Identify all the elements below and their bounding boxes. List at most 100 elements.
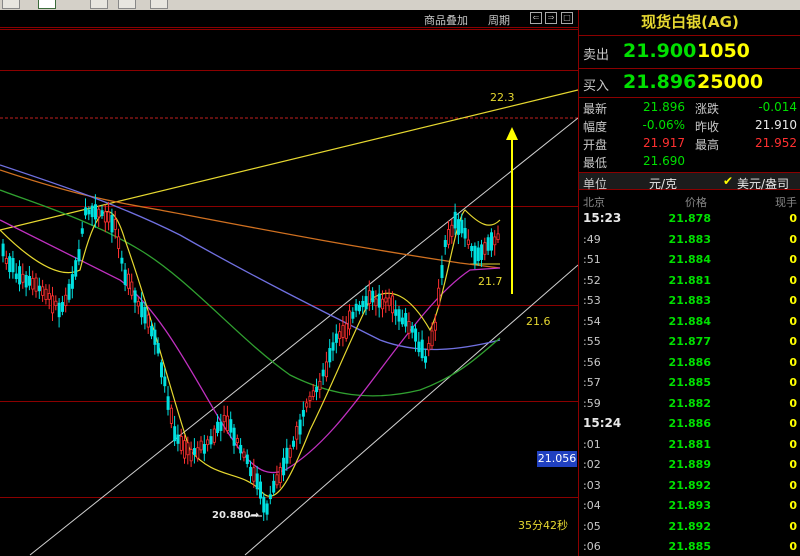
candle-body [394, 309, 398, 316]
toolbar-button[interactable] [90, 0, 108, 9]
candle-body [84, 207, 88, 216]
candle-body [278, 467, 282, 484]
trade-volume: 0 [789, 437, 797, 451]
candle-body [473, 245, 477, 264]
candle-body [390, 295, 394, 314]
trade-volume: 0 [789, 376, 797, 389]
candle-body [44, 288, 48, 300]
candle-body [357, 304, 361, 312]
trade-time: :53 [583, 294, 601, 307]
candle-body [384, 297, 388, 303]
sell-row[interactable]: 卖出 21.900 1050 [579, 38, 800, 66]
trade-row: :57 21.885 0 [579, 372, 800, 393]
candle-body [107, 211, 111, 223]
candle-body [127, 273, 131, 289]
candle-body [70, 274, 74, 289]
chart-header: 商品叠加 周期 ⇐ ⇒ □ [0, 10, 578, 28]
trade-price: 21.883 [668, 232, 711, 246]
low-marker-label: 20.880→ [212, 510, 259, 521]
trade-volume: 0 [789, 519, 797, 533]
candle-body [440, 265, 444, 278]
candle-body [331, 342, 335, 351]
candle-body [486, 237, 490, 251]
trade-row: :56 21.886 0 [579, 352, 800, 373]
candle-body [348, 310, 352, 330]
candle-body [77, 249, 81, 262]
candle-body [90, 205, 94, 218]
trade-row: :03 21.892 0 [579, 475, 800, 496]
candle-body [179, 436, 183, 451]
low-value: 21.690 [643, 154, 685, 168]
candle-body [110, 214, 114, 233]
candle-body [8, 256, 12, 273]
trades-header: 北京 价格 现手 [579, 192, 800, 209]
candle-body [430, 330, 434, 347]
candle-body [298, 419, 302, 435]
candle-body [189, 449, 193, 462]
candlestick-chart[interactable]: 商品叠加 周期 ⇐ ⇒ □ 22.3 21.7 21.6 20.880→ 21.… [0, 10, 578, 556]
change-value: -0.014 [758, 100, 797, 114]
trade-price: 21.886 [668, 417, 711, 430]
candle-body [130, 281, 134, 296]
current-price-tag: 21.056 [537, 451, 577, 467]
shrink-icon[interactable]: ⇐ [530, 12, 542, 24]
checkmark-icon[interactable]: ✔ [723, 174, 733, 188]
candle-body [146, 314, 150, 328]
toolbar-button[interactable] [150, 0, 168, 9]
trade-time: :51 [583, 253, 601, 266]
candle-body [31, 278, 35, 290]
candle-body [456, 219, 460, 235]
candle-body [463, 227, 467, 239]
trade-volume: 0 [789, 478, 797, 492]
trade-time: :02 [583, 458, 601, 471]
low-label: 最低 [583, 156, 608, 170]
trade-volume: 0 [789, 314, 797, 328]
candle-body [242, 451, 246, 458]
trade-price: 21.884 [668, 253, 711, 266]
latest-value: 21.896 [643, 100, 685, 114]
candle-body [150, 325, 154, 337]
candle-body [301, 409, 305, 417]
candle-body [18, 266, 22, 285]
trade-time: :03 [583, 478, 601, 492]
candle-body [480, 244, 484, 260]
candle-body [315, 386, 319, 393]
maximize-icon[interactable]: □ [561, 12, 573, 24]
trade-time: :52 [583, 273, 601, 287]
overlay-link[interactable]: 商品叠加 [424, 12, 468, 28]
candle-body [199, 440, 203, 451]
candle-body [229, 419, 233, 433]
candle-body [51, 295, 55, 314]
candle-body [361, 300, 365, 308]
candle-body [140, 302, 144, 318]
candle-body [496, 233, 500, 240]
unit-label: 单位 [583, 177, 608, 191]
trade-row: :59 21.882 0 [579, 393, 800, 414]
candle-body [420, 339, 424, 359]
candle-body [100, 210, 104, 217]
trade-row: :05 21.892 0 [579, 516, 800, 537]
buy-row[interactable]: 买入 21.896 25000 [579, 69, 800, 97]
candle-body [245, 454, 249, 465]
currency-toggle[interactable]: 美元/盎司 [737, 175, 789, 192]
toolbar-button[interactable] [2, 0, 20, 9]
candle-body [354, 303, 358, 311]
trade-time: :49 [583, 232, 601, 246]
trade-volume: 0 [789, 458, 797, 471]
candle-body [305, 402, 309, 408]
candle-body [47, 293, 51, 300]
candle-body [285, 447, 289, 464]
candle-body [103, 211, 107, 223]
toolbar-button-selected[interactable] [38, 0, 56, 9]
candle-body [21, 273, 25, 283]
expand-icon[interactable]: ⇒ [545, 12, 557, 24]
candle-body [4, 258, 8, 264]
candle-body [113, 219, 117, 230]
candle-body [176, 434, 180, 444]
toolbar-button[interactable] [118, 0, 136, 9]
trade-price: 21.892 [668, 478, 711, 492]
period-link[interactable]: 周期 [488, 12, 510, 28]
sell-volume: 1050 [697, 40, 750, 62]
candle-body [225, 415, 229, 432]
candle-body [14, 273, 18, 280]
